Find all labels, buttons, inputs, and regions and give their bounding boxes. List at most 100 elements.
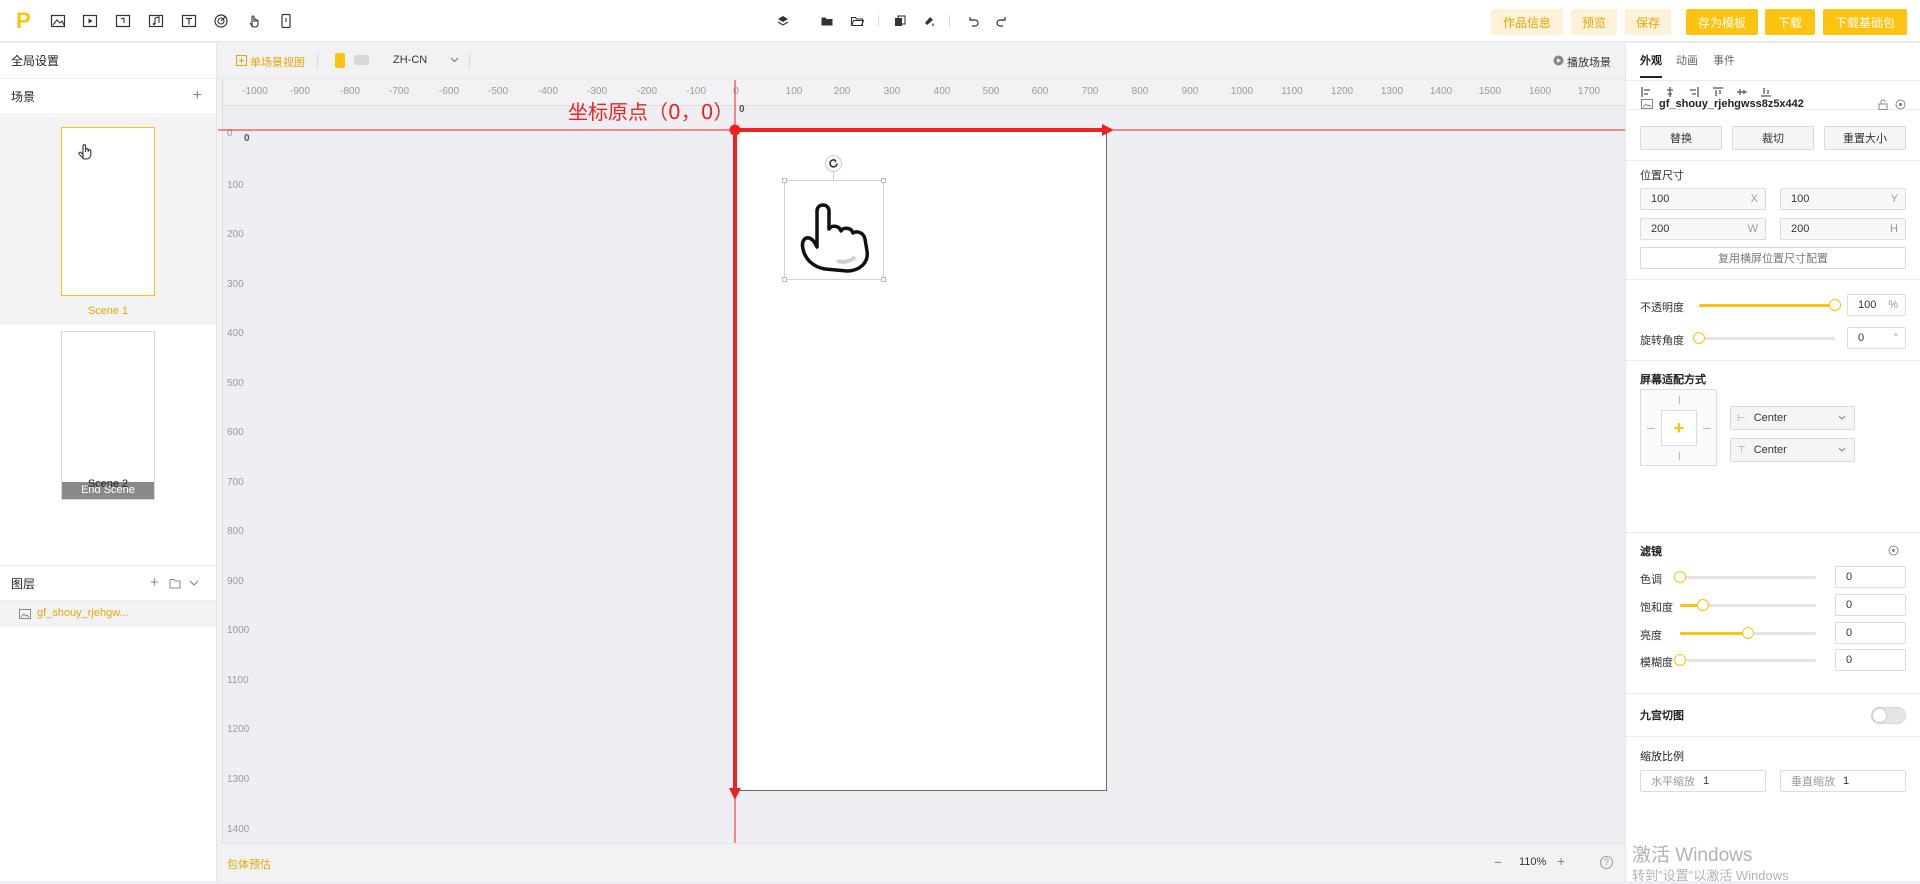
saturation-slider[interactable] (1680, 599, 1816, 611)
blur-slider[interactable] (1674, 654, 1816, 666)
scale-x-input[interactable]: 水平缩放 1 (1640, 770, 1766, 792)
eye-icon[interactable] (1895, 99, 1906, 110)
y-axis-arrowhead (729, 788, 741, 800)
scale-y-label: 垂直缩放 (1791, 776, 1835, 788)
anchor-picker[interactable]: + (1640, 389, 1717, 466)
opacity-unit: % (1888, 299, 1898, 311)
slider-knob[interactable] (1674, 654, 1686, 666)
hue-value: 0 (1846, 571, 1853, 583)
x-value: 100 (1651, 193, 1670, 205)
reset-filter-icon[interactable] (1888, 545, 1899, 556)
filter-label: 饱和度 (1640, 602, 1673, 614)
slider-knob[interactable] (1674, 571, 1686, 583)
width-value: 200 (1651, 223, 1670, 235)
tab-events[interactable]: 事件 (1713, 52, 1735, 68)
chevron-down-icon (1838, 447, 1846, 452)
help-icon[interactable]: ? (1600, 856, 1613, 869)
nine-slice-toggle[interactable] (1871, 707, 1906, 724)
opacity-slider[interactable] (1699, 299, 1841, 311)
tab-active-underline (1640, 76, 1662, 78)
align-center-h-icon[interactable] (1665, 87, 1675, 97)
divider (1626, 736, 1920, 737)
element-name: gf_shouy_rjehgwss8z5x442 (1659, 98, 1804, 110)
brightness-slider[interactable] (1680, 627, 1816, 639)
horizontal-align-icon: ⊢ (1737, 412, 1746, 424)
divider (1626, 279, 1920, 280)
divider (1626, 693, 1920, 694)
horizontal-fit-value: Center (1753, 412, 1787, 424)
width-input[interactable]: 200 W (1640, 218, 1766, 240)
opacity-value: 100 (1858, 299, 1877, 311)
filter-label: 色调 (1640, 574, 1662, 586)
vertical-fit-select[interactable]: ⊤ Center (1730, 438, 1855, 462)
rotation-slider-knob[interactable] (1693, 332, 1705, 344)
opacity-slider-fill (1699, 304, 1835, 307)
filters-title: 滤镜 (1640, 546, 1662, 558)
scale-x-label: 水平缩放 (1651, 776, 1695, 788)
y-value: 100 (1791, 193, 1810, 205)
position-size-title: 位置尺寸 (1640, 170, 1684, 182)
hue-input[interactable]: 0 (1835, 566, 1906, 588)
width-suffix: W (1747, 223, 1758, 235)
slider-knob[interactable] (1697, 599, 1710, 611)
rotation-unit: ° (1893, 332, 1898, 344)
brightness-input[interactable]: 0 (1835, 622, 1906, 644)
saturation-value: 0 (1846, 599, 1853, 611)
scale-y-value: 1 (1843, 775, 1850, 787)
blur-input[interactable]: 0 (1835, 649, 1906, 671)
tab-appearance[interactable]: 外观 (1640, 52, 1662, 68)
x-axis-arrowhead (1102, 124, 1114, 136)
brightness-value: 0 (1846, 627, 1853, 639)
rotation-slider[interactable] (1693, 332, 1835, 344)
reuse-landscape-config-button[interactable]: 复用横屏位置尺寸配置 (1640, 247, 1906, 269)
image-icon (1641, 99, 1653, 109)
align-toolbar (1641, 87, 1771, 97)
rotation-input[interactable]: 0 ° (1847, 327, 1906, 349)
package-estimate-link[interactable]: 包体预估 (227, 856, 271, 872)
align-top-icon[interactable] (1713, 87, 1723, 97)
origin-dot (729, 124, 741, 136)
x-input[interactable]: 100 X (1640, 188, 1766, 210)
anchor-bottom-line (1679, 452, 1680, 460)
replace-button[interactable]: 替换 (1640, 126, 1722, 150)
toggle-knob (1873, 709, 1886, 722)
windows-watermark-title: 激活 Windows (1632, 845, 1753, 866)
screen-fit-title: 屏幕适配方式 (1640, 374, 1706, 386)
align-left-icon[interactable] (1641, 87, 1651, 97)
vertical-align-icon: ⊤ (1737, 444, 1746, 456)
scale-title: 缩放比例 (1640, 751, 1684, 763)
reset-size-button[interactable]: 重置大小 (1824, 126, 1906, 150)
crop-button[interactable]: 裁切 (1732, 126, 1814, 150)
slider-knob[interactable] (1742, 627, 1754, 639)
lock-icon[interactable] (1878, 99, 1888, 110)
tab-animation[interactable]: 动画 (1676, 52, 1698, 68)
hue-slider[interactable] (1674, 571, 1816, 583)
anchor-center-icon[interactable]: + (1661, 410, 1697, 446)
zoom-in-button[interactable]: + (1557, 853, 1565, 869)
align-bottom-icon[interactable] (1761, 87, 1771, 97)
align-center-v-icon[interactable] (1737, 87, 1747, 97)
windows-watermark-subtitle: 转到"设置"以激活 Windows (1632, 868, 1789, 883)
chevron-down-icon (1838, 415, 1846, 420)
height-input[interactable]: 200 H (1780, 218, 1906, 240)
opacity-input[interactable]: 100% (1847, 294, 1906, 316)
divider (1626, 360, 1920, 361)
anchor-right-line (1703, 428, 1711, 429)
horizontal-fit-select[interactable]: ⊢ Center (1730, 406, 1855, 430)
rotation-label: 旋转角度 (1640, 335, 1684, 347)
canvas-bottom-bar: 包体预估 − 110% + ? (218, 843, 1625, 881)
saturation-input[interactable]: 0 (1835, 594, 1906, 616)
filter-label: 模糊度 (1640, 657, 1673, 669)
opacity-slider-knob[interactable] (1829, 299, 1841, 311)
height-value: 200 (1791, 223, 1810, 235)
anchor-left-line (1647, 428, 1655, 429)
zoom-out-button[interactable]: − (1494, 854, 1502, 870)
align-right-icon[interactable] (1689, 87, 1699, 97)
properties-panel: 外观 动画 事件 gf_shouy_rjehgwss8z5x442 替换 裁切 … (1625, 43, 1920, 883)
origin-annotation-label: 坐标原点（0，0） (568, 100, 734, 124)
y-input[interactable]: 100 Y (1780, 188, 1906, 210)
scale-x-value: 1 (1703, 775, 1710, 787)
height-suffix: H (1890, 223, 1898, 235)
scale-y-input[interactable]: 垂直缩放 1 (1780, 770, 1906, 792)
opacity-label: 不透明度 (1640, 302, 1684, 314)
